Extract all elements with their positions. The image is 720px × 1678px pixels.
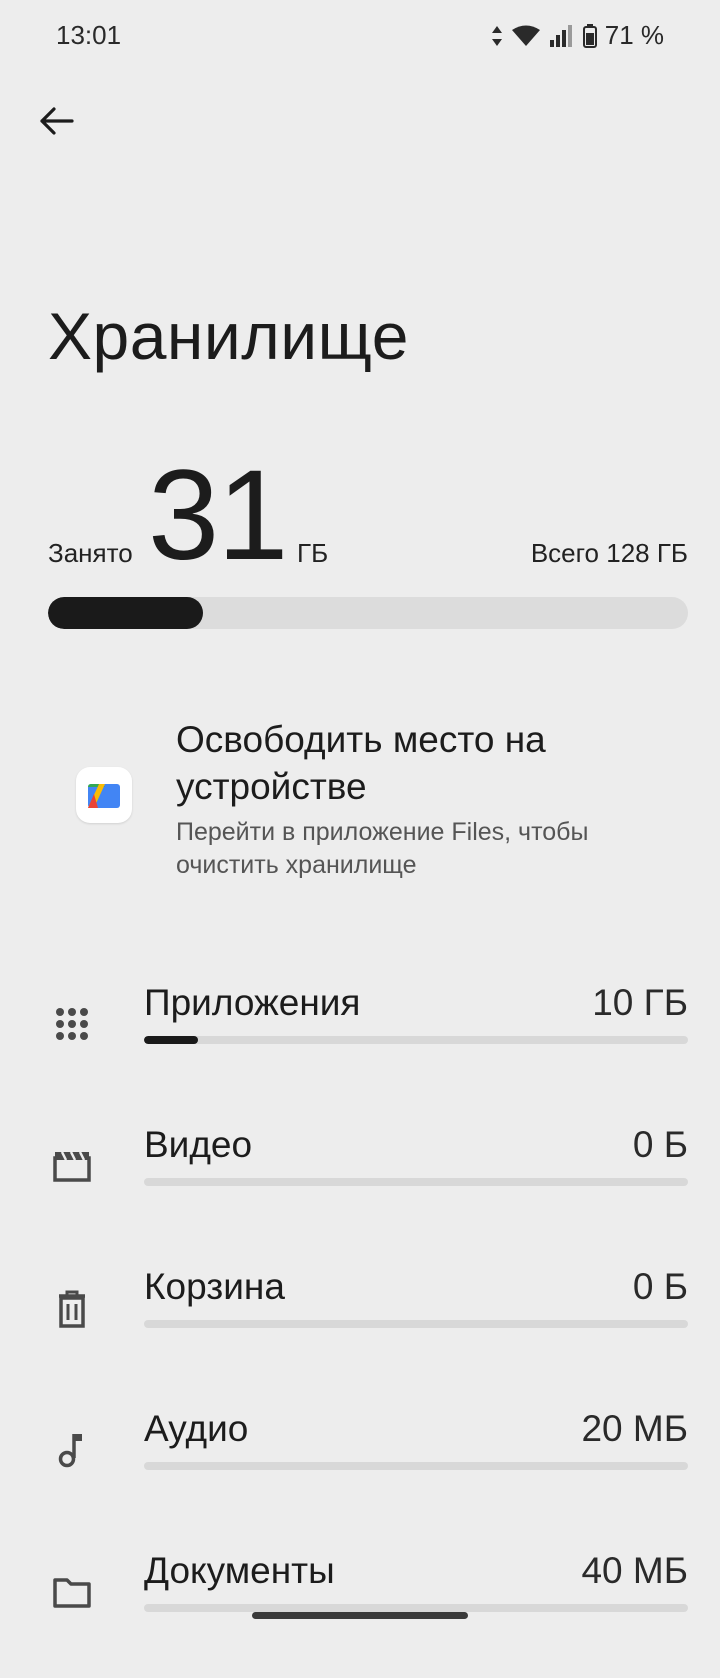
category-row-audio[interactable]: Аудио 20 МБ: [0, 1394, 720, 1536]
arrow-left-icon: [40, 107, 74, 135]
category-usage-bar: [144, 1462, 688, 1470]
battery-icon: [582, 23, 597, 48]
total-label: Всего 128 ГБ: [530, 538, 688, 568]
category-value: 0 Б: [632, 1124, 688, 1165]
category-usage-bar: [144, 1320, 688, 1328]
category-value: 20 МБ: [581, 1408, 688, 1449]
used-unit: ГБ: [297, 538, 329, 568]
category-row-video[interactable]: Видео 0 Б: [0, 1110, 720, 1252]
category-usage-bar: [144, 1036, 688, 1044]
category-label: Аудио: [144, 1408, 249, 1449]
used-value: 31: [148, 444, 288, 587]
page-title: Хранилище: [48, 299, 409, 373]
category-value: 40 МБ: [581, 1550, 688, 1591]
wifi-icon: [511, 25, 541, 47]
category-label: Документы: [144, 1550, 335, 1591]
trash-icon: [59, 1290, 85, 1328]
category-usage-bar-fill: [144, 1036, 199, 1044]
category-usage-bar: [144, 1178, 688, 1186]
category-row-apps[interactable]: Приложения 10 ГБ: [0, 968, 720, 1110]
category-value: 0 Б: [632, 1266, 688, 1307]
battery-percent: 71 %: [604, 20, 664, 50]
free-up-title[interactable]: Освободить место на устройстве: [176, 716, 676, 810]
folder-icon: [53, 1578, 91, 1608]
used-label: Занято: [48, 538, 133, 568]
status-time: 13:01: [56, 20, 122, 50]
category-label: Видео: [144, 1124, 253, 1165]
signal-icon: [549, 24, 575, 48]
status-icons: 71 %: [491, 20, 664, 51]
category-label: Корзина: [144, 1266, 285, 1307]
category-value: 10 ГБ: [592, 982, 688, 1023]
category-label: Приложения: [144, 982, 361, 1023]
category-row-trash[interactable]: Корзина 0 Б: [0, 1252, 720, 1394]
gesture-nav-handle[interactable]: [252, 1612, 468, 1619]
category-usage-bar: [144, 1604, 688, 1612]
apps-grid-icon: [56, 1008, 88, 1040]
storage-usage-bar-fill: [48, 597, 203, 629]
back-button[interactable]: [36, 100, 78, 142]
storage-usage-bar: [48, 597, 688, 629]
category-row-documents[interactable]: Документы 40 МБ: [0, 1536, 720, 1678]
data-arrows-icon: [491, 25, 503, 47]
files-app-icon: [76, 767, 132, 823]
video-clapper-icon: [53, 1151, 91, 1182]
free-up-subtitle: Перейти в приложение Files, чтобы очисти…: [176, 818, 589, 879]
music-note-icon: [58, 1434, 82, 1468]
